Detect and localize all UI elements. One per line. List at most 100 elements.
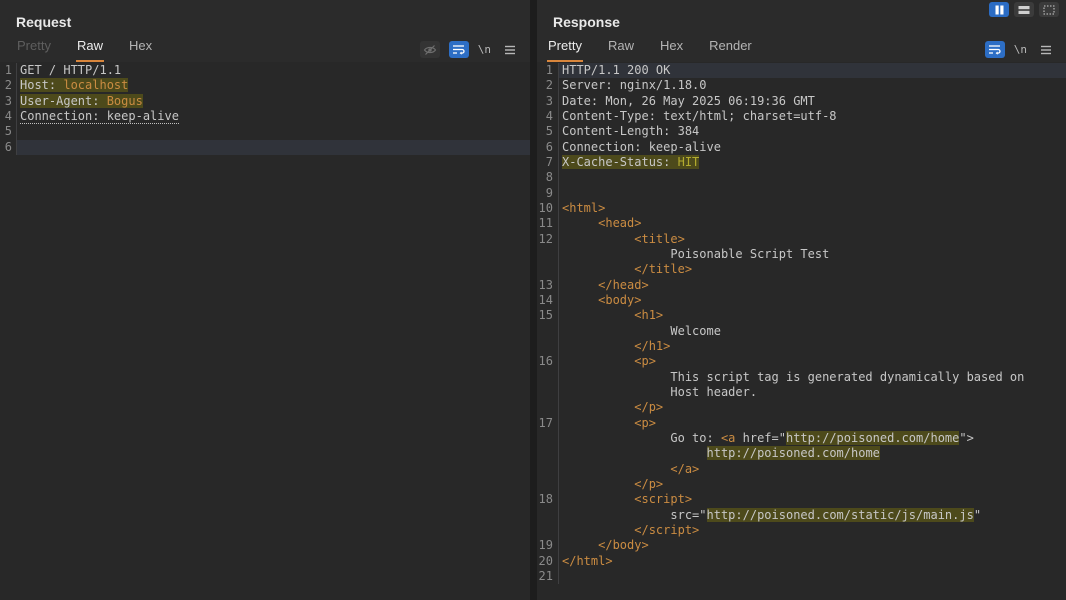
line-number: 21 — [537, 569, 559, 584]
code-line[interactable]: 4Content-Type: text/html; charset=utf-8 — [537, 109, 1066, 124]
code-text — [559, 186, 1066, 201]
response-editor[interactable]: 1HTTP/1.1 200 OK2Server: nginx/1.18.03Da… — [537, 62, 1066, 600]
code-line[interactable]: 5Content-Length: 384 — [537, 124, 1066, 139]
code-line[interactable]: 2Host: localhost — [0, 78, 530, 93]
code-line[interactable]: 6 — [0, 140, 530, 155]
code-line[interactable]: 12 <title> — [537, 232, 1066, 247]
code-line[interactable]: 7X-Cache-Status: HIT — [537, 155, 1066, 170]
tab-raw[interactable]: Raw — [607, 34, 635, 62]
newline-toggle[interactable]: \n — [478, 43, 491, 56]
code-text: Server: nginx/1.18.0 — [559, 78, 1066, 93]
response-pane: Response Pretty Raw Hex Render \n — [537, 0, 1066, 600]
code-line[interactable]: 2Server: nginx/1.18.0 — [537, 78, 1066, 93]
code-text: Poisonable Script Test — [559, 247, 1066, 262]
newline-toggle[interactable]: \n — [1014, 43, 1027, 56]
line-number: 4 — [537, 109, 559, 124]
code-text: <body> — [559, 293, 1066, 308]
code-line[interactable]: 17 <p> — [537, 416, 1066, 431]
code-text: Welcome — [559, 324, 1066, 339]
code-line[interactable]: </h1> — [537, 339, 1066, 354]
code-line[interactable]: </title> — [537, 262, 1066, 277]
line-number: 6 — [0, 140, 17, 155]
code-line[interactable]: 4Connection: keep-alive — [0, 109, 530, 124]
code-text: Content-Length: 384 — [559, 124, 1066, 139]
menu-icon[interactable] — [500, 41, 520, 58]
code-text: Connection: keep-alive — [559, 140, 1066, 155]
code-line[interactable]: 19 </body> — [537, 538, 1066, 553]
code-line[interactable]: 10<html> — [537, 201, 1066, 216]
code-line[interactable]: 21 — [537, 569, 1066, 584]
code-line[interactable]: </p> — [537, 477, 1066, 492]
line-number — [537, 446, 559, 461]
code-text: </p> — [559, 400, 1066, 415]
code-line[interactable]: 6Connection: keep-alive — [537, 140, 1066, 155]
eye-off-icon[interactable] — [420, 41, 440, 58]
tab-hex[interactable]: Hex — [128, 34, 153, 62]
line-number: 1 — [537, 63, 559, 78]
line-number — [537, 247, 559, 262]
response-title: Response — [553, 14, 620, 30]
tab-pretty[interactable]: Pretty — [547, 34, 583, 62]
tab-raw[interactable]: Raw — [76, 34, 104, 62]
code-text: X-Cache-Status: HIT — [559, 155, 1066, 170]
rows-layout-icon[interactable] — [1014, 2, 1034, 17]
line-number: 6 — [537, 140, 559, 155]
line-number — [537, 385, 559, 400]
code-line[interactable]: Poisonable Script Test — [537, 247, 1066, 262]
word-wrap-icon[interactable] — [449, 41, 469, 58]
code-line[interactable]: This script tag is generated dynamically… — [537, 370, 1066, 385]
code-line[interactable]: 1HTTP/1.1 200 OK — [537, 63, 1066, 78]
word-wrap-icon[interactable] — [985, 41, 1005, 58]
code-line[interactable]: 20</html> — [537, 554, 1066, 569]
line-number: 3 — [0, 94, 17, 109]
request-pane: Request Pretty Raw Hex — [0, 0, 530, 600]
line-number — [537, 339, 559, 354]
code-line[interactable]: </p> — [537, 400, 1066, 415]
grid-layout-icon[interactable] — [1039, 2, 1059, 17]
code-text: <h1> — [559, 308, 1066, 323]
code-line[interactable]: 1GET / HTTP/1.1 — [0, 63, 530, 78]
tab-pretty[interactable]: Pretty — [16, 34, 52, 62]
code-line[interactable]: Go to: <a href="http://poisoned.com/home… — [537, 431, 1066, 446]
code-text: This script tag is generated dynamically… — [559, 370, 1066, 385]
line-number: 17 — [537, 416, 559, 431]
code-line[interactable]: 3User-Agent: Bogus — [0, 94, 530, 109]
layout-controls — [989, 2, 1059, 17]
code-line[interactable]: </a> — [537, 462, 1066, 477]
request-header: Request — [0, 0, 530, 33]
code-line[interactable]: 13 </head> — [537, 278, 1066, 293]
line-number: 1 — [0, 63, 17, 78]
line-number: 12 — [537, 232, 559, 247]
code-line[interactable]: Host header. — [537, 385, 1066, 400]
code-line[interactable]: 16 <p> — [537, 354, 1066, 369]
request-editor[interactable]: 1GET / HTTP/1.12Host: localhost3User-Age… — [0, 62, 530, 600]
tab-hex[interactable]: Hex — [659, 34, 684, 62]
tab-render[interactable]: Render — [708, 34, 753, 62]
line-number — [537, 324, 559, 339]
code-text: <html> — [559, 201, 1066, 216]
code-line[interactable]: http://poisoned.com/home — [537, 446, 1066, 461]
pause-columns-icon[interactable] — [989, 2, 1009, 17]
code-line[interactable]: 15 <h1> — [537, 308, 1066, 323]
response-tabbar: Pretty Raw Hex Render \n — [537, 33, 1066, 62]
code-line[interactable]: src="http://poisoned.com/static/js/main.… — [537, 508, 1066, 523]
line-number: 15 — [537, 308, 559, 323]
request-toolbar: \n — [420, 41, 520, 62]
code-line[interactable]: 11 <head> — [537, 216, 1066, 231]
code-line[interactable]: Welcome — [537, 324, 1066, 339]
code-line[interactable]: 3Date: Mon, 26 May 2025 06:19:36 GMT — [537, 94, 1066, 109]
code-line[interactable]: 14 <body> — [537, 293, 1066, 308]
code-line[interactable]: </script> — [537, 523, 1066, 538]
code-text: User-Agent: Bogus — [17, 94, 530, 109]
line-number: 18 — [537, 492, 559, 507]
line-number — [537, 400, 559, 415]
code-line[interactable]: 18 <script> — [537, 492, 1066, 507]
code-line[interactable]: 9 — [537, 186, 1066, 201]
menu-icon[interactable] — [1036, 41, 1056, 58]
code-text: </script> — [559, 523, 1066, 538]
pane-divider[interactable] — [530, 0, 537, 600]
response-header: Response — [537, 0, 1066, 33]
code-line[interactable]: 5 — [0, 124, 530, 139]
code-line[interactable]: 8 — [537, 170, 1066, 185]
line-number: 5 — [0, 124, 17, 139]
